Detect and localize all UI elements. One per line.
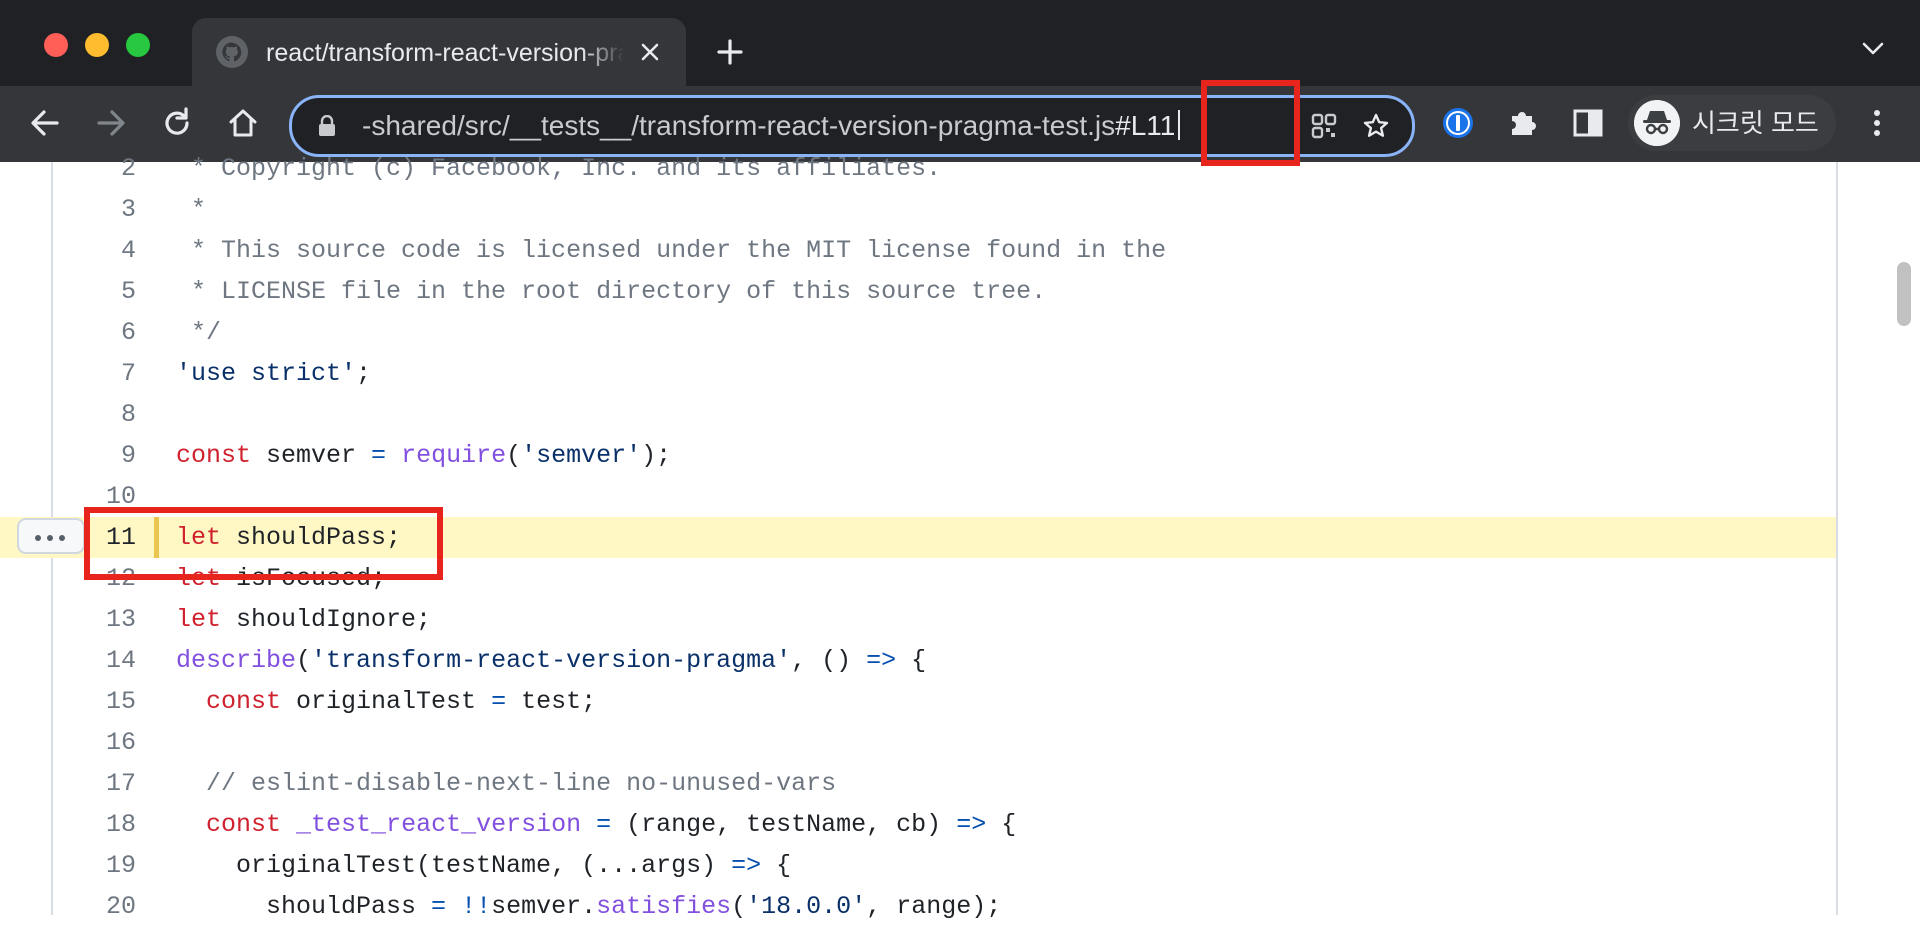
line-number[interactable]: 2 [80, 148, 136, 189]
annotation-box-url-hash [1201, 80, 1300, 166]
incognito-profile-button[interactable]: 시크릿 모드 [1628, 95, 1836, 151]
code-line-17: 17 // eslint-disable-next-line no-unused… [0, 763, 1838, 804]
code-text: * Copyright (c) Facebook, Inc. and its a… [176, 154, 942, 183]
code-text: describe('transform-react-version-pragma… [176, 646, 927, 675]
window-close-button[interactable] [44, 33, 68, 57]
arrow-right-icon[interactable] [94, 106, 128, 140]
reload-icon[interactable] [160, 106, 194, 140]
line-number[interactable]: 13 [80, 599, 136, 640]
line-number[interactable]: 9 [80, 435, 136, 476]
kebab-menu-icon[interactable] [1860, 106, 1894, 140]
url-path: -shared/src/__tests__/transform-react-ve… [362, 110, 1116, 141]
code-line-19: 19 originalTest(testName, (...args) => { [0, 845, 1838, 886]
line-number[interactable]: 18 [80, 804, 136, 845]
lock-icon[interactable] [317, 115, 337, 137]
code-text: const originalTest = test; [206, 687, 597, 716]
code-line-4: 4 * This source code is licensed under t… [0, 230, 1838, 271]
code-line-15: 15 const originalTest = test; [0, 681, 1838, 722]
chevron-down-icon[interactable] [1862, 42, 1884, 56]
line-number[interactable]: 19 [80, 845, 136, 886]
incognito-icon [1634, 100, 1680, 146]
line-number[interactable]: 7 [80, 353, 136, 394]
tab-title: react/transform-react-version-pragma-tes… [266, 39, 624, 67]
line-number[interactable]: 3 [80, 189, 136, 230]
annotation-box-line-11 [84, 507, 443, 580]
code-text: */ [176, 318, 222, 347]
line-number[interactable]: 5 [80, 271, 136, 312]
plus-icon[interactable] [716, 38, 744, 66]
url-hash: #L11 [1115, 110, 1176, 141]
window-zoom-button[interactable] [126, 33, 150, 57]
star-icon[interactable] [1362, 112, 1390, 140]
home-icon[interactable] [226, 106, 260, 140]
close-icon[interactable] [638, 40, 662, 64]
code-line-7: 7 'use strict'; [0, 353, 1838, 394]
line-number[interactable]: 8 [80, 394, 136, 435]
profile-label: 시크릿 모드 [1692, 108, 1819, 138]
code-text: // eslint-disable-next-line no-unused-va… [176, 769, 837, 798]
line-number[interactable]: 14 [80, 640, 136, 681]
code-line-5: 5 * LICENSE file in the root directory o… [0, 271, 1838, 312]
code-line-13: 13 let shouldIgnore; [0, 599, 1838, 640]
code-text: originalTest(testName, (...args) => { [176, 851, 792, 880]
code-line-8: 8 [0, 394, 1838, 435]
code-text: * [176, 195, 207, 224]
code-line-14: 14 describe('transform-react-version-prag… [0, 640, 1838, 681]
arrow-left-icon[interactable] [28, 106, 62, 140]
side-panel-icon[interactable] [1571, 106, 1605, 140]
qr-code-icon[interactable] [1310, 112, 1338, 140]
code-line-2: 2 * Copyright (c) Facebook, Inc. and its… [0, 148, 1838, 189]
code-text: const _test_react_version = (range, test… [206, 810, 1017, 839]
line-number[interactable]: 16 [80, 722, 136, 763]
code-text: shouldPass = !!semver.satisfies('18.0.0'… [176, 892, 1002, 921]
line-number[interactable]: 15 [80, 681, 136, 722]
tab-strip: react/transform-react-version-pragma-tes… [0, 0, 1920, 86]
line-number[interactable]: 17 [80, 763, 136, 804]
code-text: const semver = require('semver'); [176, 441, 672, 470]
code-text: 'use strict'; [176, 359, 372, 388]
code-line-18: 18 const _test_react_version = (range, t… [0, 804, 1838, 845]
code-text: * LICENSE file in the root directory of … [176, 277, 1047, 306]
page-scrollbar-thumb[interactable] [1897, 262, 1911, 326]
line-options-icon[interactable] [17, 518, 85, 554]
puzzle-icon[interactable] [1506, 106, 1540, 140]
github-icon [216, 36, 248, 68]
code-line-6: 6 */ [0, 312, 1838, 353]
line-number[interactable]: 6 [80, 312, 136, 353]
code-line-3: 3 * [0, 189, 1838, 230]
1password-icon[interactable] [1441, 106, 1475, 140]
url-text[interactable]: -shared/src/__tests__/transform-react-ve… [362, 108, 1326, 144]
line-number[interactable]: 4 [80, 230, 136, 271]
code-text: let shouldIgnore; [176, 605, 432, 634]
code-line-16: 16 [0, 722, 1838, 763]
code-text: * This source code is licensed under the… [176, 236, 1167, 265]
text-cursor [1178, 110, 1181, 140]
line-number[interactable]: 20 [80, 886, 136, 927]
browser-tab-active[interactable]: react/transform-react-version-pragma-tes… [192, 18, 686, 86]
code-line-9: 9 const semver = require('semver'); [0, 435, 1838, 476]
window-minimize-button[interactable] [85, 33, 109, 57]
code-line-20: 20 shouldPass = !!semver.satisfies('18.0… [0, 886, 1838, 927]
